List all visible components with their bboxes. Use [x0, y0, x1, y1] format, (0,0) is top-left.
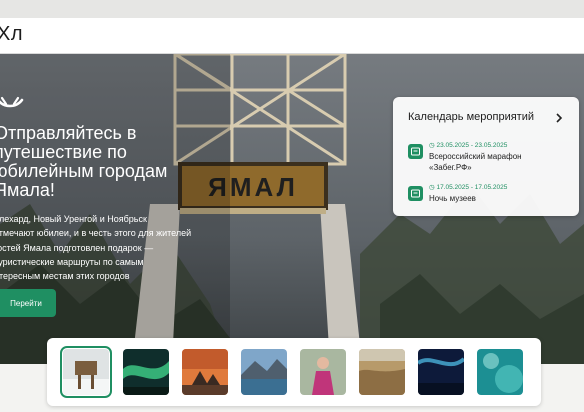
calendar-title[interactable]: Календарь мероприятий: [408, 111, 534, 123]
hero-title-line: Ямала!: [0, 180, 55, 200]
thumbnail-image: [241, 349, 287, 395]
hero-description-line: гостей Ямала подготовлен подарок —: [0, 242, 154, 253]
yamal-logo-icon: [0, 96, 24, 108]
thumbnail-image: [63, 349, 109, 395]
event-date-text: 23.05.2025 - 23.05.2025: [436, 142, 508, 149]
top-strip: [0, 0, 584, 18]
event-name[interactable]: Ночь музеев: [429, 193, 559, 204]
calendar-icon: [408, 186, 423, 201]
go-button[interactable]: Перейти: [0, 289, 56, 317]
hero-title: Отправляйтесь в путешествие по юбилейным…: [0, 124, 194, 200]
hero-title-line: Отправляйтесь в: [0, 123, 137, 143]
chevron-right-icon[interactable]: [555, 113, 563, 123]
gallery-thumbnail[interactable]: [300, 349, 346, 395]
hero-banner: ЯМАЛ Отправляйтесь в путешествие по юбил…: [0, 54, 584, 364]
hero-description-line: отмечают юбилеи, и в честь этого для жит…: [0, 228, 192, 239]
header-search-text[interactable]: Хл: [0, 23, 23, 46]
gallery-thumbnail[interactable]: [418, 349, 464, 395]
event-date-text: 17.05.2025 - 17.05.2025: [436, 184, 508, 191]
hero-title-line: путешествие по: [0, 142, 127, 162]
gallery-thumbnail[interactable]: [123, 349, 169, 395]
gallery-thumbnail-strip: [47, 338, 541, 406]
event-date: ◷ 17.05.2025 - 17.05.2025: [429, 183, 507, 191]
thumbnail-image: [182, 349, 228, 395]
gallery-thumbnail[interactable]: [241, 349, 287, 395]
thumbnail-image: [359, 349, 405, 395]
hero-title-line: юбилейным городам: [0, 161, 168, 181]
gallery-thumbnail[interactable]: [182, 349, 228, 395]
gallery-thumbnail[interactable]: [60, 346, 112, 398]
gallery-thumbnail[interactable]: [359, 349, 405, 395]
events-calendar-card[interactable]: Календарь мероприятий ◷ 23.05.2025 - 23.…: [393, 97, 579, 216]
hero-description: алехард, Новый Уренгой и Ноябрьск отмеча…: [0, 212, 224, 283]
hero-description-line: туристические маршруты по самым: [0, 256, 144, 267]
thumbnail-image: [300, 349, 346, 395]
thumbnail-image: [477, 349, 523, 395]
site-header: Хл: [0, 18, 584, 54]
hero-description-line: нтересным местам этих городов: [0, 271, 130, 282]
event-name[interactable]: Всероссийский марафон «Забег.РФ»: [429, 151, 559, 173]
thumbnail-image: [418, 349, 464, 395]
gallery-thumbnail[interactable]: [477, 349, 523, 395]
thumbnail-image: [123, 349, 169, 395]
hero-description-line: алехард, Новый Уренгой и Ноябрьск: [0, 214, 147, 224]
calendar-icon: [408, 144, 423, 159]
event-date: ◷ 23.05.2025 - 23.05.2025: [429, 141, 507, 149]
